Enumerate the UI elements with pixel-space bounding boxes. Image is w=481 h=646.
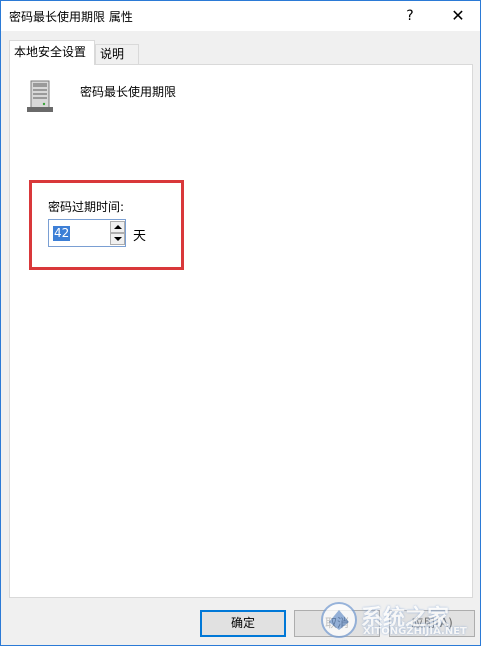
expire-days-value: 42 (53, 226, 71, 241)
expire-days-input[interactable]: 42 (50, 222, 106, 244)
tab-panel: 密码最长使用期限 密码过期时间: 42 天 (9, 64, 473, 598)
help-button[interactable]: ? (387, 1, 433, 31)
apply-button[interactable]: 应用(A) (389, 610, 475, 637)
expire-label: 密码过期时间: (48, 200, 125, 214)
server-icon (27, 80, 53, 112)
expire-days-stepper[interactable]: 42 (48, 219, 126, 247)
title-bar: 密码最长使用期限 属性 ? ✕ (1, 1, 480, 31)
properties-dialog: 密码最长使用期限 属性 ? ✕ 本地安全设置 说明 密码最长使用期限 密码过期时… (0, 0, 481, 646)
tab-explain[interactable]: 说明 (95, 44, 139, 65)
policy-name: 密码最长使用期限 (80, 85, 177, 99)
stepper-down-button[interactable] (110, 233, 125, 245)
tab-local-security-setting[interactable]: 本地安全设置 (9, 40, 95, 65)
stepper-up-button[interactable] (110, 221, 125, 233)
unit-label: 天 (133, 229, 147, 244)
arrow-up-icon (114, 225, 122, 229)
cancel-button[interactable]: 取消 (294, 610, 380, 637)
close-button[interactable]: ✕ (435, 1, 481, 31)
window-title: 密码最长使用期限 属性 (9, 10, 133, 24)
arrow-down-icon (114, 237, 122, 241)
ok-button[interactable]: 确定 (200, 610, 286, 637)
